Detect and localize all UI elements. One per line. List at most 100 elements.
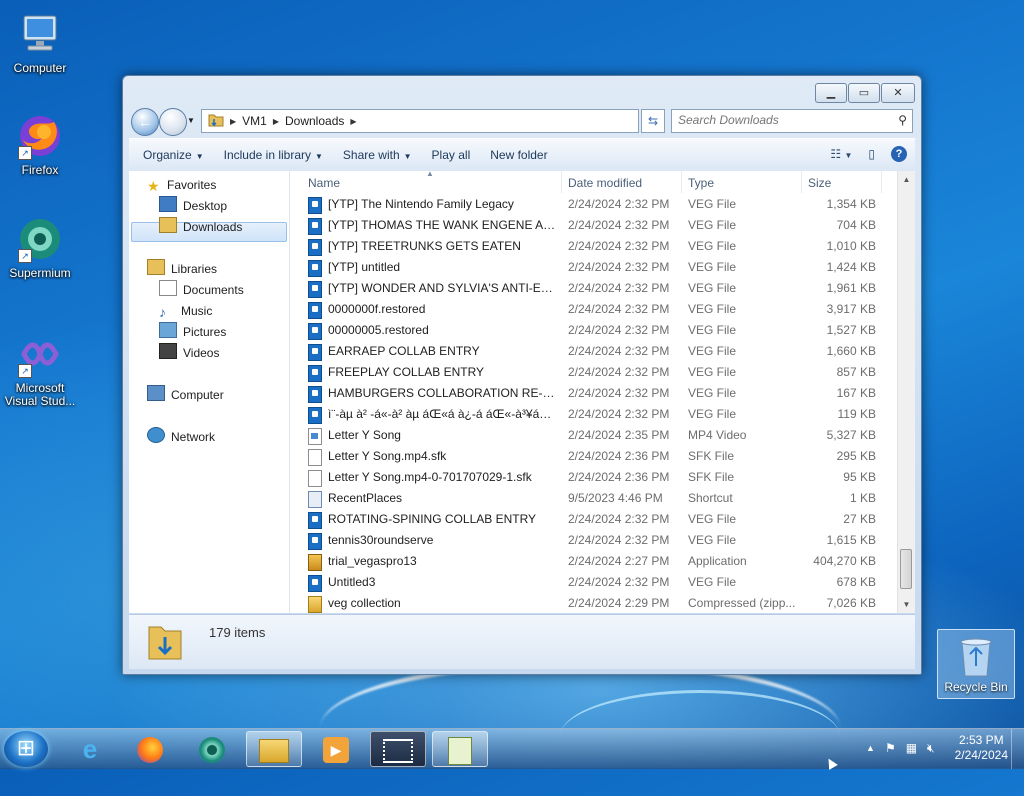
desktop-icon-firefox[interactable]: ↗ Firefox	[0, 112, 80, 177]
organize-button[interactable]: Organize ▼	[129, 148, 214, 162]
table-row[interactable]: Letter Y Song.mp4-0-701707029-1.sfk 2/24/…	[290, 467, 897, 488]
search-box[interactable]: ⚲	[671, 109, 913, 133]
table-row[interactable]: HAMBURGERS COLLABORATION RE-EN... 2/24/20…	[290, 383, 897, 404]
visual-studio-icon: ↗	[16, 330, 64, 378]
table-row[interactable]: EARRAEP COLLAB ENTRY 2/24/2024 2:32 PM VEG…	[290, 341, 897, 362]
change-view-icon[interactable]: ☷ ▼	[830, 147, 852, 161]
scroll-thumb[interactable]	[900, 549, 912, 589]
desktop-icon-label: Firefox	[21, 163, 59, 177]
breadcrumb-vm1[interactable]: VM1	[236, 114, 273, 128]
search-icon[interactable]: ⚲	[898, 113, 907, 127]
desktop-icon-computer[interactable]: Computer	[0, 10, 80, 75]
table-row[interactable]: [YTP] THOMAS THE WANK ENGENE AN... 2/24/2…	[290, 215, 897, 236]
include-in-library-button[interactable]: Include in library ▼	[214, 148, 333, 162]
address-bar[interactable]: ▶ VM1 ▶ Downloads ▶ ▼	[201, 109, 704, 133]
taskbar-supermium[interactable]	[184, 731, 240, 767]
nav-libraries[interactable]: Libraries	[147, 259, 217, 279]
action-center-flag-icon[interactable]: ⚑	[885, 741, 896, 755]
volume-muted-icon[interactable]: 🔇︎	[927, 741, 935, 756]
explorer-window: ▁ ▭ ✕ ← → ▼ ▶ VM1 ▶ Downloads ▶ ▼ ⇆ ⚲ Or…	[122, 75, 922, 675]
nav-pictures[interactable]: Pictures	[159, 322, 226, 342]
veg-file-icon	[308, 239, 322, 256]
taskbar-explorer[interactable]	[246, 731, 302, 767]
nav-documents[interactable]: Documents	[159, 280, 244, 300]
new-folder-button[interactable]: New folder	[480, 148, 557, 162]
veg-file-icon	[308, 512, 322, 529]
nav-network[interactable]: Network	[147, 427, 215, 447]
table-row[interactable]: ROTATING-SPINING COLLAB ENTRY 2/24/2024 2…	[290, 509, 897, 530]
close-button[interactable]: ✕	[881, 83, 915, 103]
column-header-date[interactable]: Date modified	[562, 171, 682, 193]
table-row[interactable]: FREEPLAY COLLAB ENTRY 2/24/2024 2:32 PM VE…	[290, 362, 897, 383]
downloads-folder-icon	[147, 621, 183, 661]
taskbar-notepad[interactable]	[432, 731, 488, 767]
share-with-button[interactable]: Share with ▼	[333, 148, 422, 162]
maximize-button[interactable]: ▭	[848, 83, 880, 103]
nav-music[interactable]: ♪ Music	[159, 301, 212, 321]
file-size: 3,917 KB	[826, 302, 876, 316]
clock[interactable]: 2:53 PM 2/24/2024	[955, 733, 1008, 763]
folder-icon	[259, 738, 289, 763]
network-tray-icon[interactable]: ▦	[906, 741, 917, 755]
forward-button[interactable]: →	[159, 108, 187, 136]
nav-videos[interactable]: Videos	[159, 343, 219, 363]
nav-favorites[interactable]: ★ Favorites	[147, 175, 216, 195]
nav-desktop[interactable]: Desktop	[159, 196, 227, 216]
table-row[interactable]: RecentPlaces 9/5/2023 4:46 PM Shortcut 1 KB	[290, 488, 897, 509]
taskbar-firefox[interactable]	[122, 731, 178, 767]
film-strip-icon	[383, 738, 413, 763]
table-row[interactable]: veg collection 2/24/2024 2:29 PM Compresse…	[290, 593, 897, 614]
recent-pages-dropdown[interactable]: ▼	[187, 116, 195, 125]
start-button[interactable]	[4, 731, 48, 767]
preview-pane-icon[interactable]: ▯	[868, 147, 875, 161]
file-size: 404,270 KB	[813, 554, 876, 568]
table-row[interactable]: tennis30roundserve 2/24/2024 2:32 PM VEG F…	[290, 530, 897, 551]
back-button[interactable]: ←	[131, 108, 159, 136]
pictures-icon	[159, 322, 177, 338]
help-icon[interactable]: ?	[891, 146, 907, 162]
vertical-scrollbar[interactable]: ▲ ▼	[897, 171, 915, 613]
play-all-button[interactable]: Play all	[422, 148, 481, 162]
show-desktop-button[interactable]	[1011, 729, 1024, 769]
table-row[interactable]: ì¨-àµ à² -á«-à² àµ áŒ«á à¿-á áŒ«-à³¥áµá.…	[290, 404, 897, 425]
table-row[interactable]: [YTP] WONDER AND SYLVIA'S ANTI-EAR... 2/2…	[290, 278, 897, 299]
taskbar-internet-explorer[interactable]: e	[62, 731, 118, 767]
file-name: veg collection	[328, 596, 401, 610]
scroll-down-icon[interactable]: ▼	[898, 596, 915, 613]
show-hidden-icons-icon[interactable]: ▲	[866, 743, 875, 753]
table-row[interactable]: Letter Y Song 2/24/2024 2:35 PM MP4 Video 5…	[290, 425, 897, 446]
refresh-icon[interactable]: ⇆	[641, 109, 665, 133]
table-row[interactable]: [YTP] untitled 2/24/2024 2:32 PM VEG File 1…	[290, 257, 897, 278]
recycle-bin-icon	[956, 634, 996, 678]
file-type: SFK File	[688, 470, 735, 484]
minimize-button[interactable]: ▁	[815, 83, 847, 103]
search-input[interactable]	[672, 110, 884, 130]
nav-computer[interactable]: Computer	[147, 385, 224, 405]
table-row[interactable]: 00000005.restored 2/24/2024 2:32 PM VEG Fi…	[290, 320, 897, 341]
breadcrumb-separator-icon[interactable]: ▶	[350, 117, 356, 126]
table-row[interactable]: Untitled3 2/24/2024 2:32 PM VEG File 678 KB	[290, 572, 897, 593]
nav-downloads[interactable]: Downloads	[159, 217, 242, 237]
navigation-bar: ← → ▼ ▶ VM1 ▶ Downloads ▶ ▼ ⇆ ⚲	[129, 106, 915, 136]
desktop-icon-recycle-bin[interactable]: Recycle Bin	[937, 629, 1015, 699]
table-row[interactable]: [YTP] TREETRUNKS GETS EATEN 2/24/2024 2:3…	[290, 236, 897, 257]
file-type: VEG File	[688, 512, 737, 526]
table-row[interactable]: [YTP] The Nintendo Family Legacy 2/24/202…	[290, 194, 897, 215]
desktop-icon-supermium[interactable]: ↗ Supermium	[0, 215, 80, 280]
file-name: [YTP] untitled	[328, 260, 401, 274]
desktop-icon-visual-studio[interactable]: ↗ Microsoft Visual Stud...	[0, 330, 80, 408]
veg-file-icon	[308, 344, 322, 361]
table-row[interactable]: 0000000f.restored 2/24/2024 2:32 PM VEG Fi…	[290, 299, 897, 320]
column-header-size[interactable]: Size	[802, 171, 882, 193]
column-header-type[interactable]: Type	[682, 171, 802, 193]
taskbar-media-player[interactable]: ▶	[308, 731, 364, 767]
table-row[interactable]: Letter Y Song.mp4.sfk 2/24/2024 2:36 PM SF…	[290, 446, 897, 467]
table-row[interactable]: trial_vegaspro13 2/24/2024 2:27 PM Applica…	[290, 551, 897, 572]
file-date: 2/24/2024 2:32 PM	[568, 239, 670, 253]
breadcrumb-downloads[interactable]: Downloads	[279, 114, 350, 128]
navigation-pane: ★ Favorites Desktop Downloads Libraries D…	[129, 171, 290, 613]
file-type: VEG File	[688, 407, 737, 421]
file-date: 2/24/2024 2:32 PM	[568, 365, 670, 379]
taskbar-vegas[interactable]	[370, 731, 426, 767]
scroll-up-icon[interactable]: ▲	[898, 171, 915, 188]
